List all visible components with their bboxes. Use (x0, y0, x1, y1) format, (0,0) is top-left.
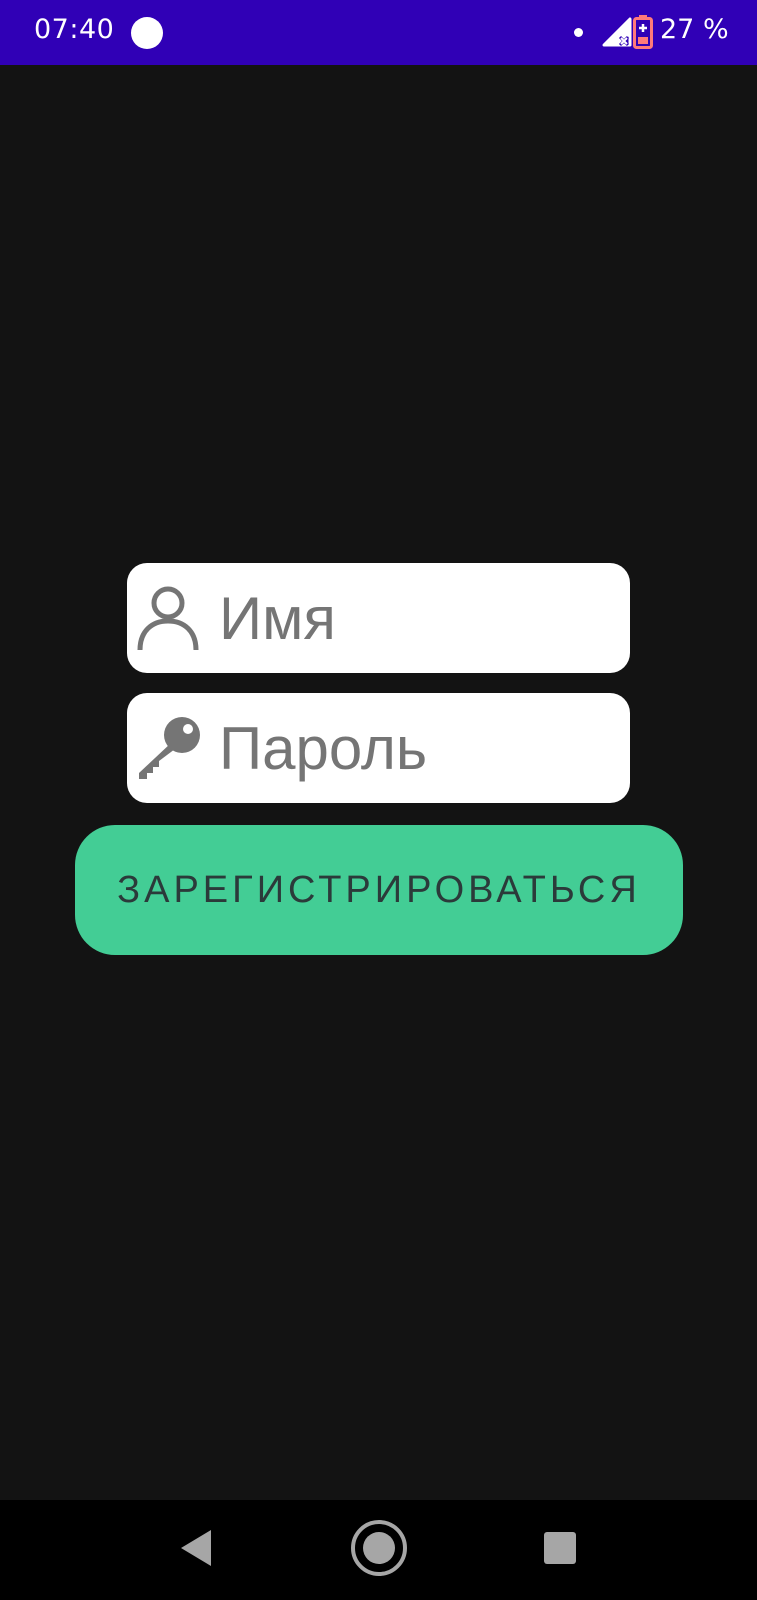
dot-icon (574, 28, 583, 37)
notification-circle-icon (131, 17, 163, 49)
register-button[interactable]: ЗАРЕГИСТРИРОВАТЬСЯ (75, 825, 683, 955)
home-icon[interactable] (349, 1518, 409, 1578)
recents-icon[interactable] (544, 1532, 576, 1564)
name-input[interactable] (219, 563, 619, 673)
battery-percentage: 27 % (660, 14, 729, 45)
password-input[interactable] (219, 693, 619, 803)
person-icon (137, 586, 199, 651)
battery-low-icon (633, 15, 653, 49)
back-icon[interactable] (179, 1528, 213, 1568)
key-icon (139, 717, 200, 779)
signal-no-data-icon (602, 17, 632, 47)
status-bar: 07:40 27 % (0, 0, 757, 65)
name-field[interactable] (127, 563, 630, 673)
screen: 07:40 27 % ЗАРЕГ (0, 0, 757, 1600)
navigation-bar (0, 1500, 757, 1600)
password-field[interactable] (127, 693, 630, 803)
status-time: 07:40 (34, 14, 115, 45)
